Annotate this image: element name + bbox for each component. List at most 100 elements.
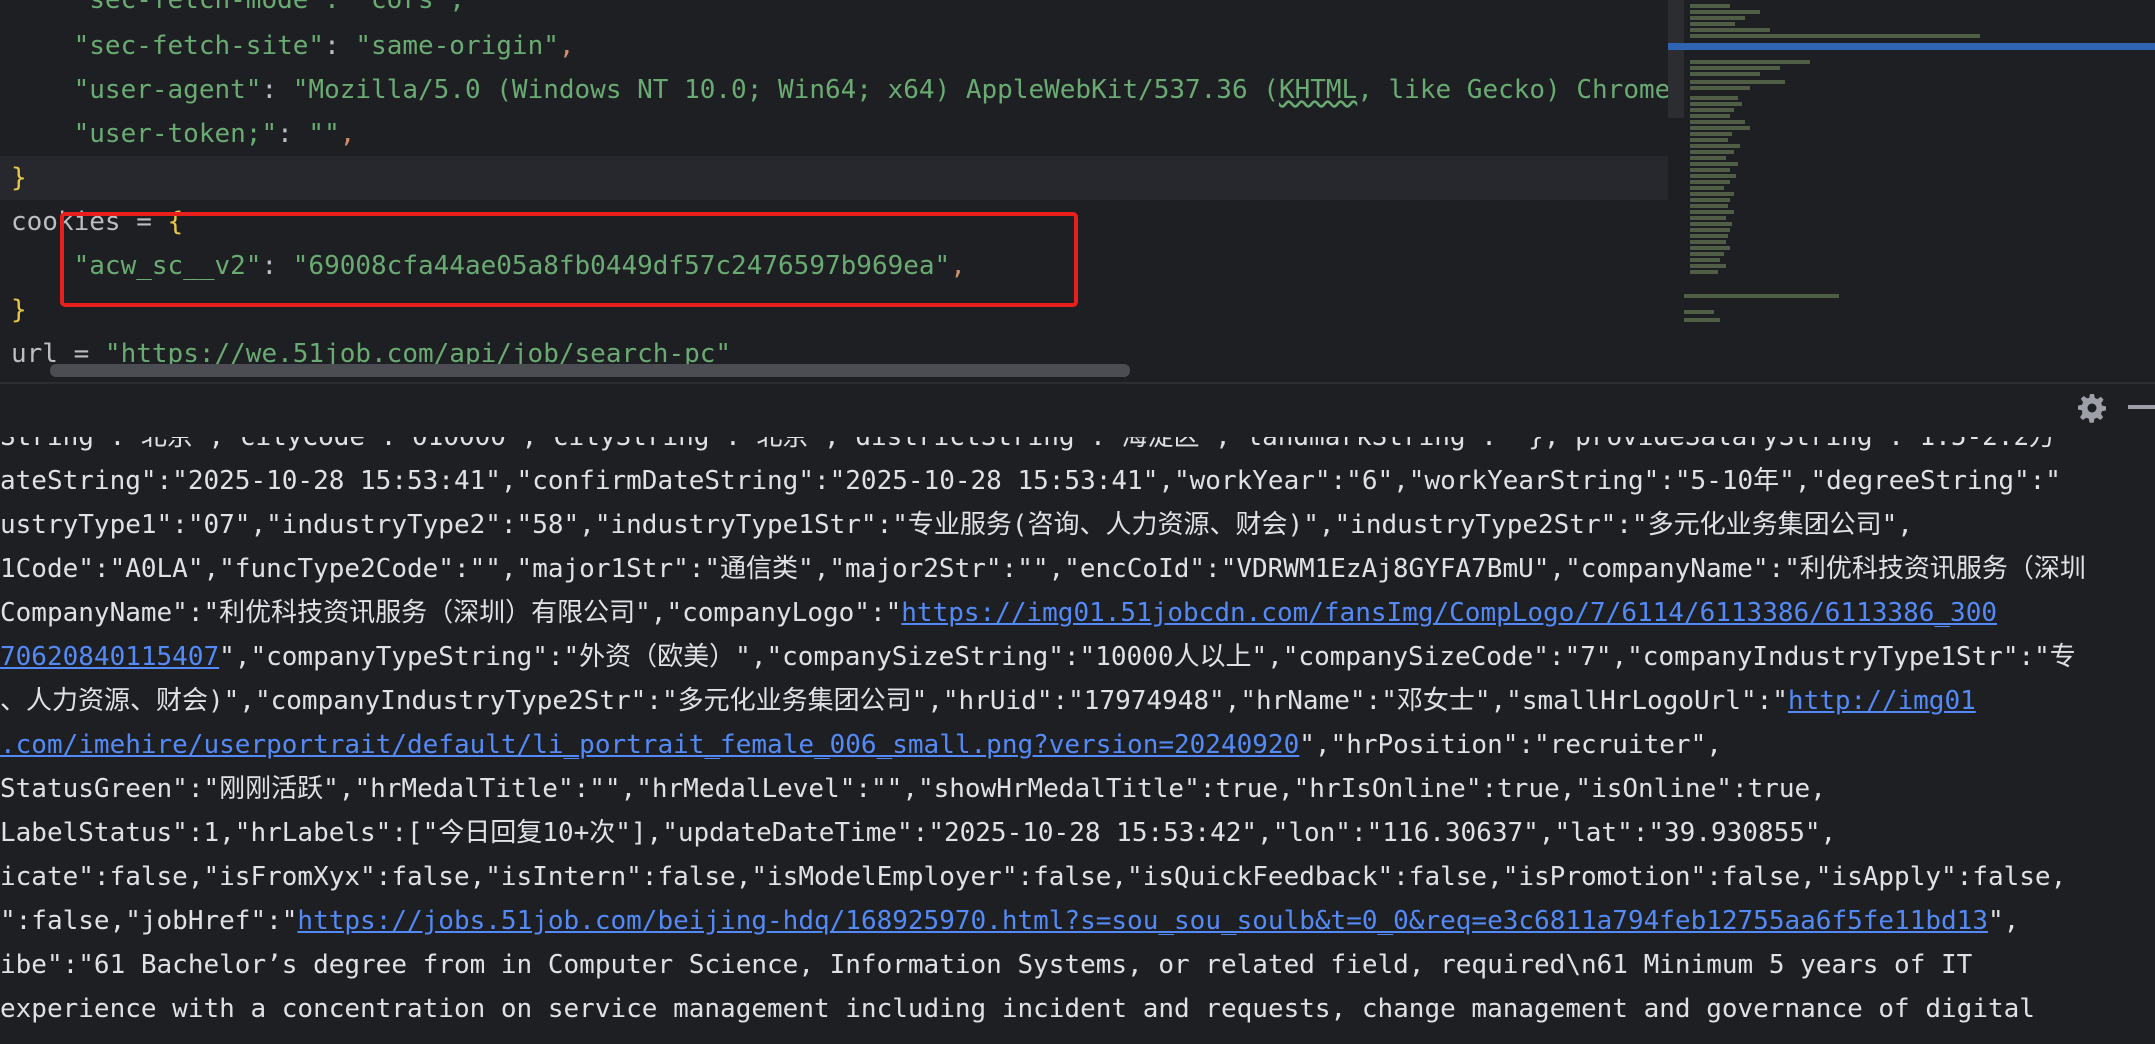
console-line: ibe":"61 Bachelor’s degree from in Compu… xyxy=(0,943,1972,987)
minimap-line xyxy=(1690,162,1738,166)
console-link[interactable]: https://img01.51jobcdn.com/fansImg/CompL… xyxy=(901,598,1997,628)
console-line: String":"北京","cityCode":"010000","citySt… xyxy=(0,437,2055,459)
minimap-line xyxy=(1690,138,1728,142)
code-token: KHTML xyxy=(1278,75,1358,105)
code-line: "user-agent": "Mozilla/5.0 (Windows NT 1… xyxy=(11,68,1668,112)
code-line: } xyxy=(11,156,1668,200)
minimap-line xyxy=(1690,10,1760,14)
minimap-line xyxy=(1690,222,1732,226)
code-token: "sec-fetch-mode": "cors", xyxy=(11,0,465,15)
minimap-line xyxy=(1690,216,1726,220)
console-line: CompanyName":"利优科技资讯服务（深圳）有限公司","company… xyxy=(0,591,1997,635)
minimap-line xyxy=(1690,102,1742,106)
horizontal-scrollbar[interactable] xyxy=(50,364,1130,377)
code-token: "" xyxy=(308,119,340,149)
console-line: experience with a concentration on servi… xyxy=(0,987,2035,1031)
console-text: 1Code":"A0LA","funcType2Code":"","major1… xyxy=(0,554,2086,584)
code-minimap[interactable] xyxy=(1668,0,2155,382)
console-line: LabelStatus":1,"hrLabels":["今日回复10+次"],"… xyxy=(0,811,1836,855)
code-token: , xyxy=(339,119,356,149)
minimap-line xyxy=(1690,174,1736,178)
minimap-line xyxy=(1690,60,1810,64)
console-text: ","hrPosition":"recruiter", xyxy=(1299,730,1722,760)
code-token: } xyxy=(11,295,27,325)
minimap-line xyxy=(1690,72,1760,76)
console-text: 、人力资源、财会)","companyIndustryType2Str":"多元… xyxy=(0,686,1788,716)
console-line: ":false,"jobHref":"https://jobs.51job.co… xyxy=(0,899,2019,943)
minimap-line xyxy=(1690,192,1734,196)
console-line: icate":false,"isFromXyx":false,"isIntern… xyxy=(0,855,2066,899)
console-link[interactable]: .com/imehire/userportrait/default/li_por… xyxy=(0,730,1299,760)
minimap-line xyxy=(1690,246,1730,250)
minimap-line xyxy=(1690,258,1720,262)
console-line: ustryType1":"07","industryType2":"58","i… xyxy=(0,503,1913,547)
minimap-line xyxy=(1690,168,1730,172)
minimap-line xyxy=(1690,120,1745,124)
console-link[interactable]: https://jobs.51job.com/beijing-hdq/16892… xyxy=(297,906,1988,936)
minimize-icon[interactable] xyxy=(2128,405,2155,409)
code-editor[interactable]: "sec-fetch-mode": "cors", "sec-fetch-sit… xyxy=(0,0,1668,382)
minimap-line xyxy=(1690,150,1734,154)
gear-icon[interactable] xyxy=(2076,392,2108,424)
minimap-line xyxy=(1690,4,1730,8)
run-panel-header xyxy=(0,382,2155,437)
console-text: CompanyName":"利优科技资讯服务（深圳）有限公司","company… xyxy=(0,598,902,628)
minimap-line xyxy=(1684,310,1714,314)
minimap-line xyxy=(1690,22,1735,26)
code-token: , xyxy=(558,31,575,61)
minimap-line xyxy=(1690,270,1718,274)
console-text: StatusGreen":"刚刚活跃","hrMedalTitle":"","h… xyxy=(0,774,1826,804)
minimap-line xyxy=(1690,108,1734,112)
console-line: 、人力资源、财会)","companyIndustryType2Str":"多元… xyxy=(0,679,1976,723)
minimap-line xyxy=(1690,264,1726,268)
code-token: : xyxy=(261,75,293,105)
code-token: , like Gecko) Chrome/141.0.0.0 Safari/53… xyxy=(1357,75,1668,105)
minimap-line xyxy=(1690,114,1730,118)
code-token: "sec-fetch-site" xyxy=(11,31,325,61)
code-token: : xyxy=(324,31,356,61)
minimap-line xyxy=(1690,16,1745,20)
console-text: LabelStatus":1,"hrLabels":["今日回复10+次"],"… xyxy=(0,818,1837,848)
minimap-line xyxy=(1690,28,1770,32)
code-token: "user-token;" xyxy=(11,119,278,149)
minimap-viewport-marker xyxy=(1668,43,2155,50)
minimap-scroll-thumb[interactable] xyxy=(1668,0,1684,118)
console-text: ","companyTypeString":"外资（欧美）","companyS… xyxy=(219,642,2076,672)
minimap-line xyxy=(1690,204,1728,208)
code-token: } xyxy=(11,163,27,193)
console-line: 70620840115407","companyTypeString":"外资（… xyxy=(0,635,2076,679)
code-line: "user-token;": "", xyxy=(11,112,1668,156)
console-text: ateString":"2025-10-28 15:53:41","confir… xyxy=(0,466,2061,496)
minimap-line xyxy=(1690,96,1738,100)
code-token: "user-agent" xyxy=(11,75,262,105)
minimap-line xyxy=(1690,234,1728,238)
console-line: ateString":"2025-10-28 15:53:41","confir… xyxy=(0,459,2061,503)
minimap-line xyxy=(1690,210,1734,214)
console-text: ustryType1":"07","industryType2":"58","i… xyxy=(0,510,1913,540)
minimap-line xyxy=(1690,228,1730,232)
minimap-line xyxy=(1690,240,1726,244)
code-token: "same-origin" xyxy=(355,31,559,61)
code-token: "Mozilla/5.0 (Windows NT 10.0; Win64; x6… xyxy=(292,75,1279,105)
minimap-line xyxy=(1690,66,1780,70)
minimap-line xyxy=(1690,144,1740,148)
minimap-line xyxy=(1684,294,1839,298)
minimap-line xyxy=(1690,132,1732,136)
console-line: 1Code":"A0LA","funcType2Code":"","major1… xyxy=(0,547,2086,591)
console-output[interactable]: String":"北京","cityCode":"010000","citySt… xyxy=(0,437,2155,1044)
minimap-line xyxy=(1690,252,1724,256)
console-line: StatusGreen":"刚刚活跃","hrMedalTitle":"","h… xyxy=(0,767,1826,811)
console-text: ibe":"61 Bachelor’s degree from in Compu… xyxy=(0,950,1973,980)
code-line: "sec-fetch-site": "same-origin", xyxy=(11,24,1668,68)
console-link[interactable]: http://img01 xyxy=(1788,686,1976,716)
code-token: : xyxy=(277,119,309,149)
console-line: .com/imehire/userportrait/default/li_por… xyxy=(0,723,1722,767)
console-text: icate":false,"isFromXyx":false,"isIntern… xyxy=(0,862,2067,892)
console-text: ":false,"jobHref":" xyxy=(0,906,298,936)
console-text: experience with a concentration on servi… xyxy=(0,994,2035,1024)
minimap-line xyxy=(1690,198,1730,202)
console-link[interactable]: 70620840115407 xyxy=(0,642,219,672)
minimap-line xyxy=(1690,126,1750,130)
console-text: ", xyxy=(1987,906,2020,936)
minimap-line xyxy=(1690,180,1730,184)
